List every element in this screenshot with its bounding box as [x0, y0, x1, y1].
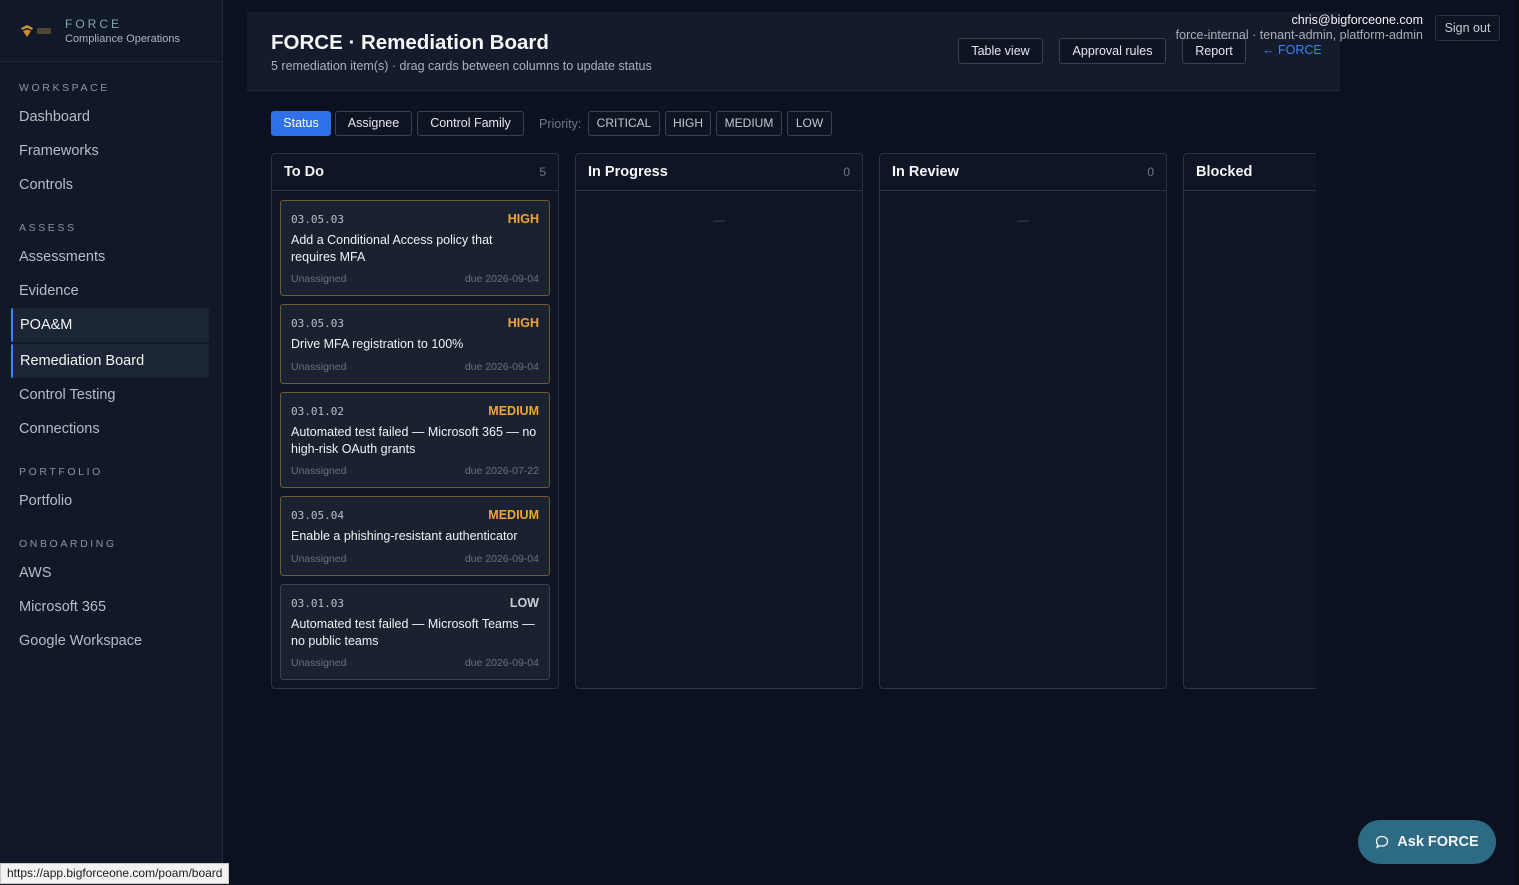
nav-item-remediation-board[interactable]: Remediation Board — [11, 344, 209, 378]
nav-section-portfolio: PORTFOLIO — [19, 466, 103, 478]
force-logo-icon — [20, 21, 54, 41]
nav-item-aws[interactable]: AWS — [11, 556, 209, 590]
card-due-date: due 2026-09-04 — [464, 553, 539, 565]
remediation-card[interactable]: 03.01.02 MEDIUM Automated test failed — … — [280, 392, 550, 488]
card-assignee: Unassigned — [291, 657, 347, 669]
column-empty-placeholder: — — [1017, 213, 1029, 227]
user-email: chris@bigforceone.com — [1291, 13, 1424, 27]
page-title: FORCE · Remediation Board — [271, 31, 549, 54]
card-assignee: Unassigned — [291, 465, 347, 477]
card-control-code: 03.01.02 — [291, 404, 344, 418]
approval-rules-button[interactable]: Approval rules — [1059, 38, 1166, 64]
ask-force-button[interactable]: Ask FORCE — [1358, 820, 1496, 864]
column-in-review[interactable]: In Review 0 — — [879, 153, 1167, 689]
column-title: To Do — [284, 164, 324, 180]
group-by-status-button[interactable]: Status — [271, 111, 331, 136]
remediation-card[interactable]: 03.05.04 MEDIUM Enable a phishing-resist… — [280, 496, 550, 576]
nav-item-microsoft-365[interactable]: Microsoft 365 — [11, 590, 209, 624]
brand[interactable]: FORCE Compliance Operations — [0, 0, 222, 62]
nav-item-dashboard[interactable]: Dashboard — [11, 100, 209, 134]
card-assignee: Unassigned — [291, 273, 347, 285]
column-in-progress[interactable]: In Progress 0 — — [575, 153, 863, 689]
column-title: Blocked — [1196, 164, 1253, 180]
nav-item-frameworks[interactable]: Frameworks — [11, 134, 209, 168]
nav-item-control-testing[interactable]: Control Testing — [11, 378, 209, 412]
remediation-card[interactable]: 03.05.03 HIGH Drive MFA registration to … — [280, 304, 550, 384]
page-subtitle: 5 remediation item(s) · drag cards betwe… — [271, 59, 652, 73]
nav-section-onboarding: ONBOARDING — [19, 538, 117, 550]
window-edge — [1515, 0, 1519, 885]
card-due-date: due 2026-09-04 — [464, 273, 539, 285]
group-by-assignee-button[interactable]: Assignee — [335, 111, 412, 136]
card-due-date: due 2026-09-04 — [464, 657, 539, 669]
nav-section-assess: ASSESS — [19, 222, 77, 234]
priority-filter-label: Priority: — [539, 117, 582, 131]
nav-item-google-workspace[interactable]: Google Workspace — [11, 624, 209, 658]
priority-medium-button[interactable]: MEDIUM — [716, 111, 782, 136]
card-title: Automated test failed — Microsoft Teams … — [291, 617, 535, 648]
card-title: Enable a phishing-resistant authenticato… — [291, 529, 518, 543]
nav-item-poam[interactable]: POA&M — [11, 308, 209, 342]
column-count: 5 — [539, 165, 546, 179]
card-priority: HIGH — [507, 212, 539, 226]
nav-section-workspace: WORKSPACE — [19, 82, 110, 94]
brand-name: FORCE — [65, 16, 122, 31]
ask-force-label: Ask FORCE — [1397, 834, 1479, 850]
status-bar-url: https://app.bigforceone.com/poam/board — [0, 863, 230, 884]
back-to-force-link[interactable]: ← FORCE — [1262, 43, 1322, 57]
brand-subtitle: Compliance Operations — [65, 32, 180, 45]
card-priority: LOW — [509, 596, 539, 610]
nav-item-portfolio[interactable]: Portfolio — [11, 484, 209, 518]
column-title: In Progress — [588, 164, 668, 180]
remediation-card[interactable]: 03.05.03 HIGH Add a Conditional Access p… — [280, 200, 550, 296]
kanban-board: To Do 5 03.05.03 HIGH Add a Conditional … — [271, 153, 1316, 689]
nav-item-connections[interactable]: Connections — [11, 412, 209, 446]
nav-item-assessments[interactable]: Assessments — [11, 240, 209, 274]
card-control-code: 03.05.03 — [291, 212, 344, 226]
card-due-date: due 2026-07-22 — [464, 465, 539, 477]
card-title: Drive MFA registration to 100% — [291, 337, 464, 351]
column-empty-placeholder: — — [713, 213, 725, 227]
card-assignee: Unassigned — [291, 361, 347, 373]
card-control-code: 03.01.03 — [291, 596, 344, 610]
card-priority: MEDIUM — [488, 508, 539, 522]
sidebar: FORCE Compliance Operations WORKSPACE Da… — [0, 0, 223, 885]
column-count: 0 — [1147, 165, 1154, 179]
group-by-control-family-button[interactable]: Control Family — [417, 111, 524, 136]
priority-low-button[interactable]: LOW — [787, 111, 832, 136]
column-todo[interactable]: To Do 5 03.05.03 HIGH Add a Conditional … — [271, 153, 559, 689]
column-blocked[interactable]: Blocked — [1183, 153, 1316, 689]
priority-critical-button[interactable]: CRITICAL — [588, 111, 660, 136]
remediation-card[interactable]: 03.01.03 LOW Automated test failed — Mic… — [280, 584, 550, 680]
priority-high-button[interactable]: HIGH — [665, 111, 711, 136]
sign-out-button[interactable]: Sign out — [1435, 15, 1500, 41]
page-header: FORCE · Remediation Board 5 remediation … — [247, 12, 1340, 91]
card-due-date: due 2026-09-04 — [464, 361, 539, 373]
card-control-code: 03.05.04 — [291, 508, 344, 522]
table-view-button[interactable]: Table view — [958, 38, 1043, 64]
column-title: In Review — [892, 164, 959, 180]
card-title: Automated test failed — Microsoft 365 — … — [291, 425, 537, 456]
card-priority: MEDIUM — [488, 404, 539, 418]
user-roles: force-internal · tenant-admin, platform-… — [1175, 28, 1423, 42]
chat-bubble-icon — [1376, 835, 1389, 849]
nav-item-controls[interactable]: Controls — [11, 168, 209, 202]
card-title: Add a Conditional Access policy that req… — [291, 233, 493, 264]
card-control-code: 03.05.03 — [291, 316, 344, 330]
card-priority: HIGH — [507, 316, 539, 330]
nav-item-evidence[interactable]: Evidence — [11, 274, 209, 308]
card-assignee: Unassigned — [291, 553, 347, 565]
column-count: 0 — [843, 165, 850, 179]
